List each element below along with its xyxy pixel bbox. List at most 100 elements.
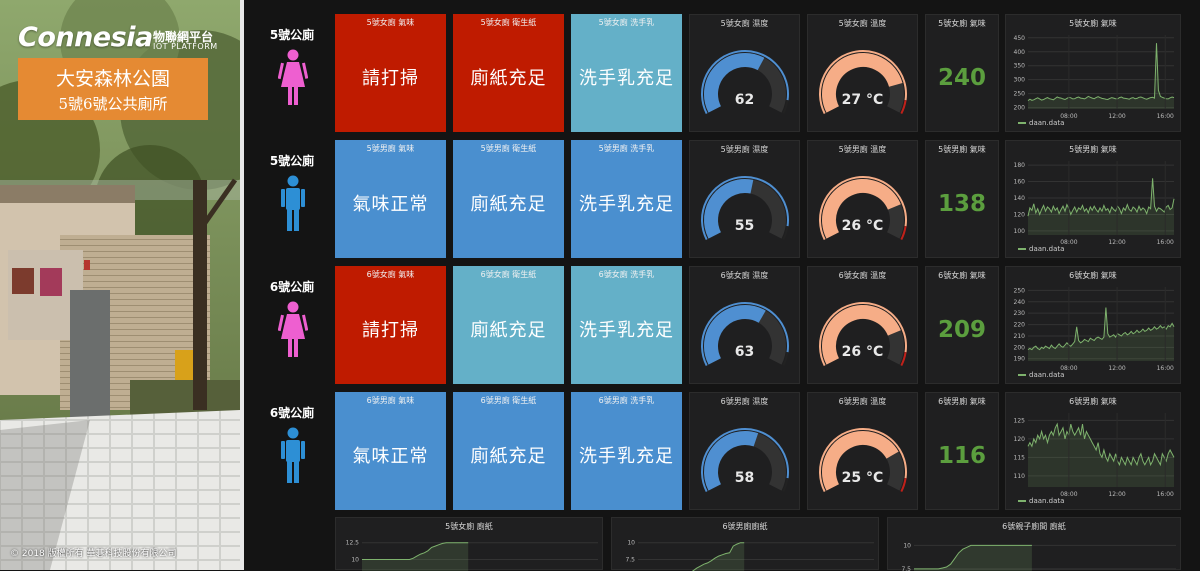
y-tick-label: 100 (1014, 228, 1026, 235)
paper-chart-panel[interactable]: 5號女廁 廁紙 10 12.5 (335, 517, 603, 571)
chart-legend[interactable]: daan.data (1018, 245, 1064, 253)
odor-line-chart: 20025030035040045008:00 12:00 16:00 (1014, 35, 1175, 120)
odor-line-chart: 19020021022023024025008:00 12:00 16:00 (1014, 287, 1175, 372)
x-tick-label: 16:00 (1157, 365, 1174, 372)
park-name: 大安森林公園 (55, 68, 170, 90)
temperature-value: 26 °C (841, 344, 884, 360)
soap-status-text: 洗手乳充足 (579, 320, 674, 341)
series-area (638, 542, 745, 571)
legend-label: daan.data (1029, 497, 1065, 505)
panel-title: 5號男廁 衛生紙 (480, 144, 537, 153)
legend-label: daan.data (1029, 245, 1065, 253)
panel-title: 5號女廁 濕度 (720, 19, 769, 28)
male-toilet-icon (281, 175, 305, 231)
y-tick-label: 140 (1014, 195, 1026, 202)
panel-title: 5號男廁 洗手乳 (598, 144, 655, 153)
chart-legend[interactable]: daan.data (1018, 119, 1064, 127)
odor-status-text: 請打掃 (362, 320, 419, 341)
chart-legend[interactable]: daan.data (1018, 371, 1064, 379)
odor-stat-panel[interactable]: 5號男廁 氣味 138 (925, 140, 999, 258)
panel-title: 5號男廁 濕度 (720, 145, 769, 154)
odor-chart-panel[interactable]: 6號男廁 氣味 110 115 120 125 08:00 12:00 16:00 daan.d… (1005, 392, 1181, 510)
panel-title: 6號男廁 洗手乳 (598, 396, 655, 405)
paper-status-panel[interactable]: 6號男廁 衛生紙 廁紙充足 (453, 392, 564, 510)
odor-chart-panel[interactable]: 6號女廁 氣味 190 200 210 220 230 240 250 08:00 12:00 16… (1005, 266, 1181, 384)
odor-status-text: 氣味正常 (352, 194, 429, 215)
y-tick-label: 250 (1014, 287, 1026, 294)
panel-title: 5號女廁 洗手乳 (598, 18, 655, 27)
panel-title: 6號女廁 氣味 (1069, 271, 1117, 280)
odor-status-panel[interactable]: 5號女廁 氣味 請打掃 (335, 14, 446, 132)
panel-title: 6號女廁 洗手乳 (598, 270, 655, 279)
soap-status-panel[interactable]: 5號男廁 洗手乳 洗手乳充足 (571, 140, 682, 258)
humidity-panel[interactable]: 6號男廁 濕度 58 (689, 392, 800, 510)
park-location: 5號6號公共廁所 (58, 95, 168, 113)
paper-status-panel[interactable]: 5號男廁 衛生紙 廁紙充足 (453, 140, 564, 258)
odor-stat-panel[interactable]: 6號男廁 氣味 116 (925, 392, 999, 510)
x-tick-label: 12:00 (1108, 239, 1125, 246)
paper-status-panel[interactable]: 6號女廁 衛生紙廁紙充足 (453, 266, 564, 384)
odor-stat-panel[interactable]: 5號女廁 氣味 240 (925, 14, 999, 132)
soap-status-panel[interactable]: 6號男廁 洗手乳 洗手乳充足 (571, 392, 682, 510)
paper-area-chart: 7.5 10 (625, 540, 874, 571)
odor-stat-panel[interactable]: 6號女廁 氣味 209 (925, 266, 999, 384)
odor-status-panel[interactable]: 6號男廁 氣味 氣味正常 (335, 392, 446, 510)
paper-status-panel[interactable]: 5號女廁 衛生紙 廁紙充足 (453, 14, 564, 132)
humidity-panel[interactable]: 5號男廁 濕度 55 (689, 140, 800, 258)
x-tick-label: 16:00 (1157, 491, 1174, 498)
y-tick-label: 10 (351, 557, 359, 564)
y-tick-label: 400 (1014, 49, 1026, 56)
male-toilet-icon (281, 427, 305, 483)
paper-area-chart: 7.5 10 (901, 542, 1176, 571)
humidity-value: 62 (734, 92, 755, 108)
legend-swatch (1018, 122, 1026, 124)
panel-title: 5號女廁 氣味 (1069, 19, 1117, 28)
panel-title: 5號女廁 溫度 (838, 19, 887, 28)
soap-status-panel[interactable]: 5號女廁 洗手乳 洗手乳充足 (571, 14, 682, 132)
chart-legend[interactable]: daan.data (1018, 497, 1064, 505)
paper-status-text: 廁紙充足 (470, 320, 547, 341)
temperature-panel[interactable]: 5號男廁 溫度 26 °C (807, 140, 918, 258)
park-photo-panel: Connesia 物聯網平台 IOT PLATFORM 大安森林公園 5號6號公… (0, 0, 240, 570)
panel-title: 6號男廁 氣味 (366, 396, 415, 405)
panel-title: 5號女廁 氣味 (366, 18, 415, 27)
temperature-panel[interactable]: 6號男廁 溫度 25 °C (807, 392, 918, 510)
humidity-value: 58 (734, 470, 755, 486)
paper-status-text: 廁紙充足 (470, 446, 547, 467)
soap-status-panel[interactable]: 6號女廁 洗手乳洗手乳充足 (571, 266, 682, 384)
park-title-box: 大安森林公園 5號6號公共廁所 (18, 58, 208, 120)
odor-status-panel[interactable]: 6號女廁 氣味 請打掃 (335, 266, 446, 384)
humidity-gauge (701, 176, 789, 240)
temperature-panel[interactable]: 5號女廁 溫度 27 °C (807, 14, 918, 132)
y-tick-label: 200 (1014, 105, 1026, 112)
y-tick-label: 190 (1014, 356, 1026, 363)
y-tick-label: 120 (1014, 211, 1026, 218)
panel-title: 6號女廁 衛生紙 (480, 270, 537, 279)
humidity-gauge (701, 428, 789, 492)
x-tick-label: 12:00 (1108, 113, 1125, 120)
paper-chart-panel[interactable]: 6號男廁廁紙 7.5 10 (611, 517, 879, 571)
paper-status-text: 廁紙充足 (470, 68, 547, 89)
y-tick-label: 120 (1014, 436, 1026, 443)
odor-chart-panel[interactable]: 5號男廁 氣味 100 120 140 160 180 08:00 12:00 16:00 daa… (1005, 140, 1181, 258)
panel-title: 6號女廁 溫度 (838, 271, 887, 280)
odor-chart-panel[interactable]: 5號女廁 氣味 200 250 300 350 400 450 08:00 12:00 16:00… (1005, 14, 1181, 132)
y-tick-label: 7.5 (625, 557, 635, 564)
panel-title: 5號男廁 氣味 (1069, 145, 1117, 154)
y-tick-label: 12.5 (346, 540, 360, 547)
y-tick-label: 115 (1014, 454, 1026, 461)
odor-status-panel[interactable]: 5號男廁 氣味 氣味正常 (335, 140, 446, 258)
row-label: 5號公廁 (269, 28, 315, 42)
humidity-panel[interactable]: 6號女廁 濕度 63 (689, 266, 800, 384)
paper-chart-panel[interactable]: 6號親子廁間 廁紙 7.5 10 (887, 517, 1181, 571)
humidity-panel[interactable]: 5號女廁 濕度 62 (689, 14, 800, 132)
y-tick-label: 180 (1014, 162, 1026, 169)
panel-title: 6號男廁 溫度 (838, 397, 887, 406)
y-tick-label: 125 (1014, 417, 1026, 424)
humidity-value: 63 (734, 344, 755, 360)
y-tick-label: 7.5 (901, 566, 911, 571)
y-tick-label: 110 (1014, 473, 1026, 480)
temperature-panel[interactable]: 6號女廁 溫度 26 °C (807, 266, 918, 384)
y-tick-label: 300 (1014, 77, 1026, 84)
series-area (1028, 307, 1174, 361)
